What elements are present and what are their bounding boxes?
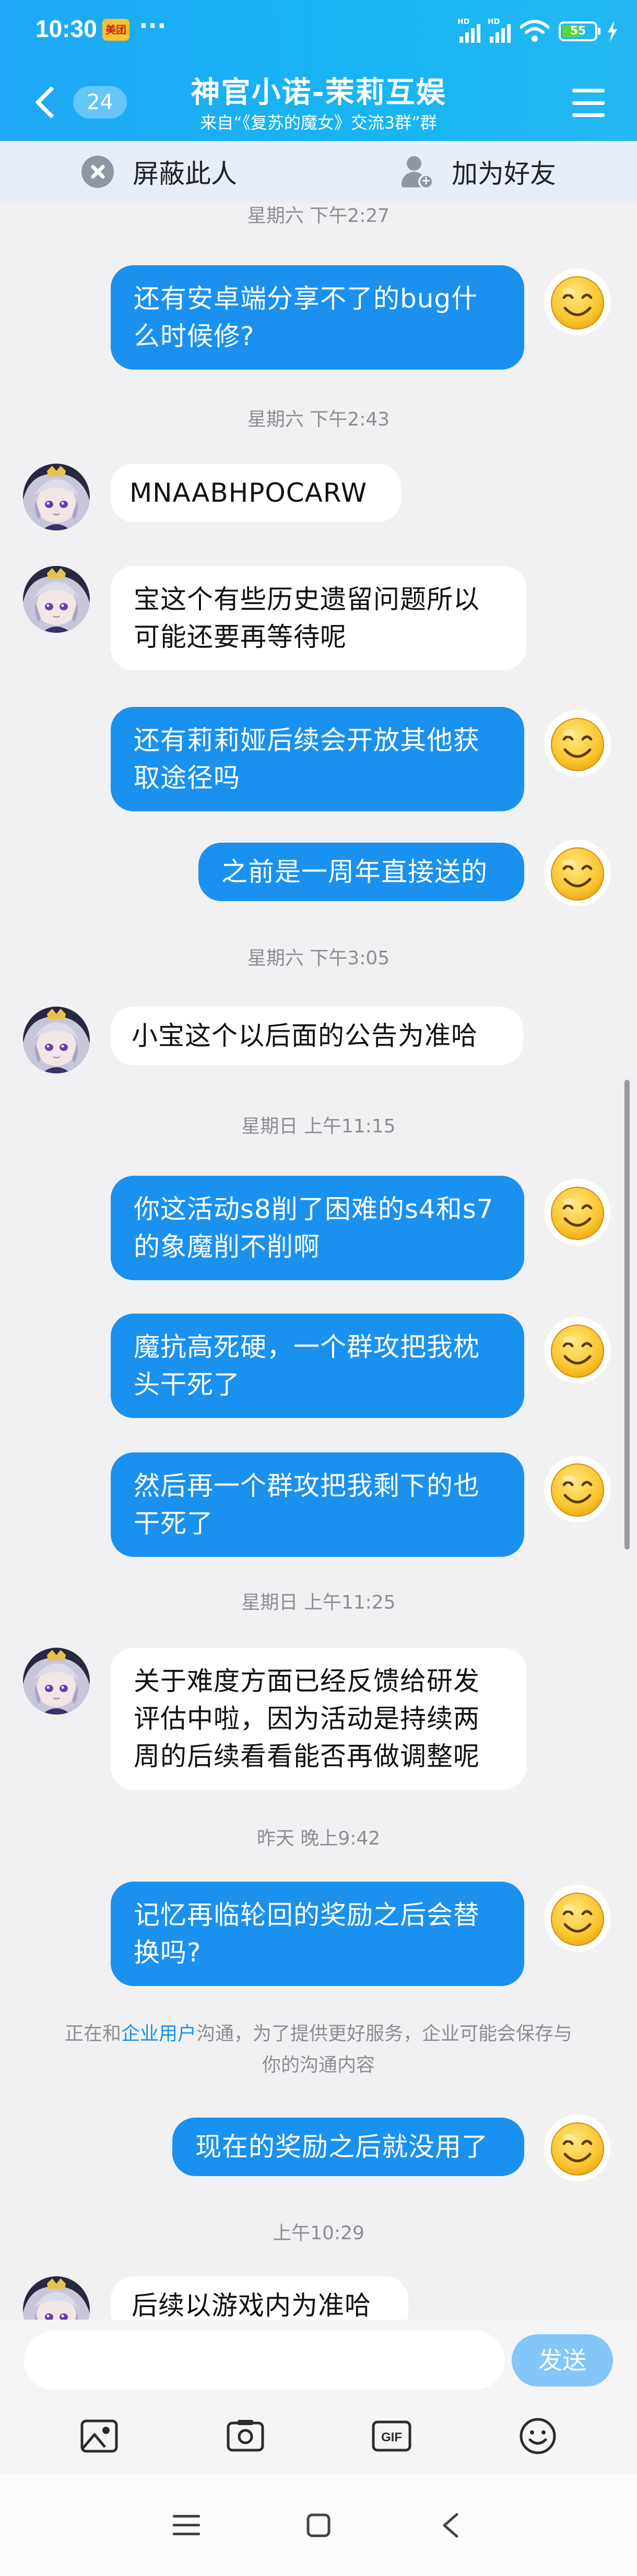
message-bubble-incoming[interactable]: 小宝这个以后面的公告为准哈: [111, 1007, 523, 1065]
timestamp: 昨天 晚上9:42: [256, 1828, 381, 1849]
status-time: 10:30: [36, 15, 97, 42]
message-bubble-outgoing[interactable]: 你这活动s8削了困难的s4和s7 的象魔削不削啊: [111, 1176, 524, 1280]
status-indicators: HD HD 55: [457, 16, 618, 47]
meituan-notification-icon: 美团: [102, 19, 129, 41]
contact-avatar[interactable]: [23, 1007, 90, 1073]
status-bar: 10:30 美团 ··· HD HD 55: [0, 0, 637, 63]
message-bubble-incoming[interactable]: 关于难度方面已经反馈给研发 评估中啦，因为活动是持续两 周的后续看看能否再做调整呢: [111, 1648, 526, 1790]
message-bubble-incoming[interactable]: MNAABHPOCARW: [111, 464, 401, 522]
camera-button[interactable]: [225, 2415, 266, 2457]
input-bar: 发送: [0, 2320, 637, 2398]
battery-icon: 55: [559, 21, 600, 41]
home-square-icon: [306, 2513, 331, 2537]
emoji-icon: [520, 2418, 556, 2454]
scrollbar-thumb[interactable]: [624, 1080, 630, 1550]
menu-lines-icon: [172, 2514, 200, 2535]
my-avatar-smiley-icon[interactable]: [544, 1317, 611, 1384]
send-button[interactable]: 发送: [512, 2334, 613, 2386]
timestamp: 星期六 下午2:43: [247, 409, 390, 430]
contact-avatar[interactable]: [23, 1648, 90, 1715]
my-avatar-smiley-icon[interactable]: [544, 268, 611, 335]
action-bar: 屏蔽此人 + 加为好友: [0, 141, 637, 203]
charging-icon: [608, 21, 617, 42]
chat-title: 神官小诺-茉莉互娱: [191, 76, 446, 110]
chat-header: 24 神官小诺-茉莉互娱 来自“《复苏的魔女》交流3群”群: [0, 63, 637, 141]
menu-icon[interactable]: [572, 89, 605, 117]
message-bubble-incoming[interactable]: 宝这个有些历史遗留问题所以 可能还要再等待呢: [111, 566, 526, 670]
message-bubble-outgoing[interactable]: 还有安卓端分享不了的bug什 么时候修?: [111, 265, 524, 370]
camera-icon: [227, 2420, 264, 2452]
message-bubble-outgoing[interactable]: 记忆再临轮回的奖励之后会替 换吗?: [111, 1882, 524, 1986]
add-friend-label: 加为好友: [452, 159, 556, 189]
chat-subtitle: 来自“《复苏的魔女》交流3群”群: [200, 113, 437, 133]
my-avatar-smiley-icon[interactable]: [544, 840, 611, 906]
add-friend-button[interactable]: + 加为好友: [318, 141, 637, 203]
contact-avatar[interactable]: [23, 2276, 90, 2320]
more-notifications-icon: ···: [139, 11, 167, 40]
emoji-button[interactable]: [517, 2415, 559, 2457]
timestamp: 星期六 下午2:27: [247, 205, 390, 227]
system-back-button[interactable]: [419, 2499, 482, 2551]
battery-level: 55: [570, 25, 586, 38]
recent-apps-button[interactable]: [155, 2499, 218, 2551]
timestamp: 星期日 上午11:15: [241, 1116, 396, 1137]
gif-icon: GIF: [372, 2420, 411, 2452]
message-input[interactable]: [24, 2331, 504, 2390]
enterprise-notice: 正在和企业用户沟通，为了提供更好服务，企业可能会保存与 你的沟通内容: [64, 2023, 573, 2076]
block-user-button[interactable]: 屏蔽此人: [0, 141, 318, 203]
add-friend-icon: +: [399, 155, 434, 190]
wifi-icon: [520, 20, 549, 42]
block-user-label: 屏蔽此人: [133, 159, 237, 189]
message-bubble-outgoing[interactable]: 然后再一个群攻把我剩下的也 干死了: [111, 1452, 524, 1557]
message-bubble-incoming[interactable]: 后续以游戏内为准哈: [111, 2276, 408, 2320]
image-button[interactable]: [78, 2415, 120, 2457]
back-triangle-icon: [443, 2513, 458, 2537]
timestamp: 星期日 上午11:25: [241, 1592, 396, 1613]
my-avatar-smiley-icon[interactable]: [544, 1456, 611, 1522]
timestamp: 星期六 下午3:05: [247, 948, 390, 969]
gif-button[interactable]: GIF: [371, 2415, 412, 2457]
message-bubble-outgoing[interactable]: 魔抗高死硬，一个群攻把我枕 头干死了: [111, 1314, 524, 1418]
my-avatar-smiley-icon[interactable]: [544, 1179, 611, 1246]
signal-1-icon: HD: [457, 18, 480, 43]
message-bubble-outgoing[interactable]: 还有莉莉娅后续会开放其他获 取途径吗: [111, 707, 524, 811]
timestamp: 上午10:29: [273, 2223, 364, 2244]
image-icon: [80, 2419, 118, 2453]
top-bar: 10:30 美团 ··· HD HD 55 24 神官小诺-茉莉互娱 来自“《复…: [0, 0, 637, 141]
message-bubble-outgoing[interactable]: 现在的奖励之后就没用了: [172, 2118, 524, 2176]
home-button[interactable]: [287, 2499, 350, 2551]
message-bubble-outgoing[interactable]: 之前是一周年直接送的: [198, 843, 524, 901]
my-avatar-smiley-icon[interactable]: [544, 710, 611, 777]
chat-toolbar: GIF: [0, 2398, 637, 2474]
contact-avatar[interactable]: [23, 566, 90, 633]
block-icon: [81, 156, 114, 188]
signal-2-icon: HD: [488, 18, 511, 43]
contact-avatar[interactable]: [23, 464, 90, 530]
chat-message-list[interactable]: 星期六 下午2:27 还有安卓端分享不了的bug什 么时候修? 星期六 下午2:4…: [0, 203, 637, 2320]
enterprise-user-link[interactable]: 企业用户: [121, 2023, 196, 2045]
my-avatar-smiley-icon[interactable]: [544, 1885, 611, 1952]
svg-text:GIF: GIF: [381, 2430, 402, 2444]
system-nav-bar: [0, 2474, 637, 2576]
my-avatar-smiley-icon[interactable]: [544, 2114, 611, 2181]
